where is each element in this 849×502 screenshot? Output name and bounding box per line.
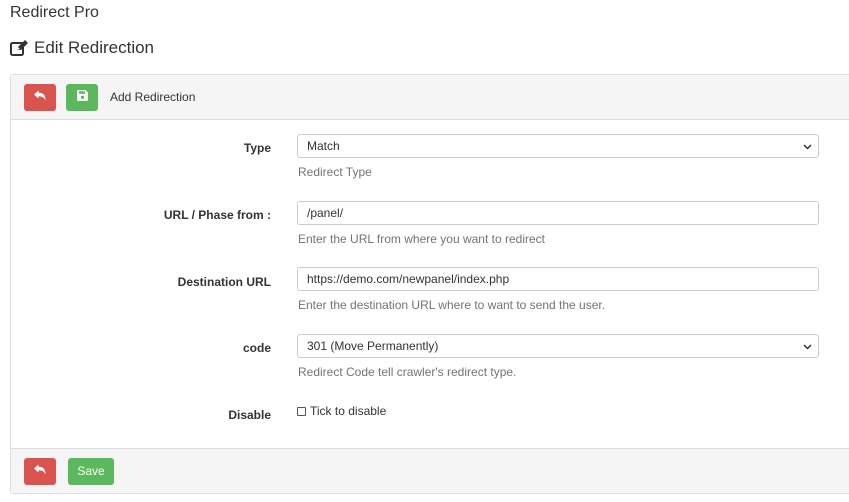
type-label: Type <box>243 141 271 155</box>
app-title: Redirect Pro <box>10 4 99 21</box>
disable-checkbox-label: Tick to disable <box>310 404 387 418</box>
back-button[interactable] <box>24 83 56 111</box>
page-heading: Edit Redirection <box>10 38 154 58</box>
disable-checkbox-wrap[interactable]: Tick to disable <box>297 404 386 418</box>
type-select[interactable]: Match <box>297 134 819 158</box>
url-from-label: URL / Phase from : <box>163 208 271 222</box>
back-button-footer[interactable] <box>24 457 56 485</box>
destination-value: https://demo.com/newpanel/index.php <box>307 272 510 286</box>
floppy-disk-icon <box>76 90 88 104</box>
panel-header: Add Redirection <box>11 75 849 120</box>
panel-footer: Save <box>11 448 849 493</box>
chevron-down-icon <box>803 139 812 153</box>
panel-header-title: Add Redirection <box>110 90 196 104</box>
save-button[interactable]: Save <box>68 457 114 485</box>
back-arrow-icon <box>34 90 46 104</box>
type-select-value: Match <box>307 139 340 153</box>
code-help: Redirect Code tell crawler's redirect ty… <box>298 365 517 379</box>
code-select[interactable]: 301 (Move Permanently) <box>297 334 819 358</box>
save-icon-button[interactable] <box>66 83 98 111</box>
url-from-value: /panel/ <box>307 206 344 220</box>
page-title: Edit Redirection <box>34 38 155 57</box>
destination-help: Enter the destination URL where to want … <box>298 298 606 312</box>
back-arrow-icon <box>34 464 46 478</box>
code-label: code <box>242 341 271 355</box>
edit-panel: Add Redirection Type Match Redirect Type… <box>10 74 849 494</box>
url-from-help: Enter the URL from where you want to red… <box>298 232 545 246</box>
destination-label: Destination URL <box>177 275 271 289</box>
chevron-down-icon <box>803 339 812 353</box>
type-help: Redirect Type <box>298 165 372 179</box>
url-from-input[interactable]: /panel/ <box>297 201 819 225</box>
code-select-value: 301 (Move Permanently) <box>307 339 439 353</box>
disable-checkbox[interactable] <box>297 406 306 416</box>
destination-input[interactable]: https://demo.com/newpanel/index.php <box>297 267 819 291</box>
disable-label: Disable <box>228 408 271 422</box>
edit-icon <box>10 40 28 56</box>
